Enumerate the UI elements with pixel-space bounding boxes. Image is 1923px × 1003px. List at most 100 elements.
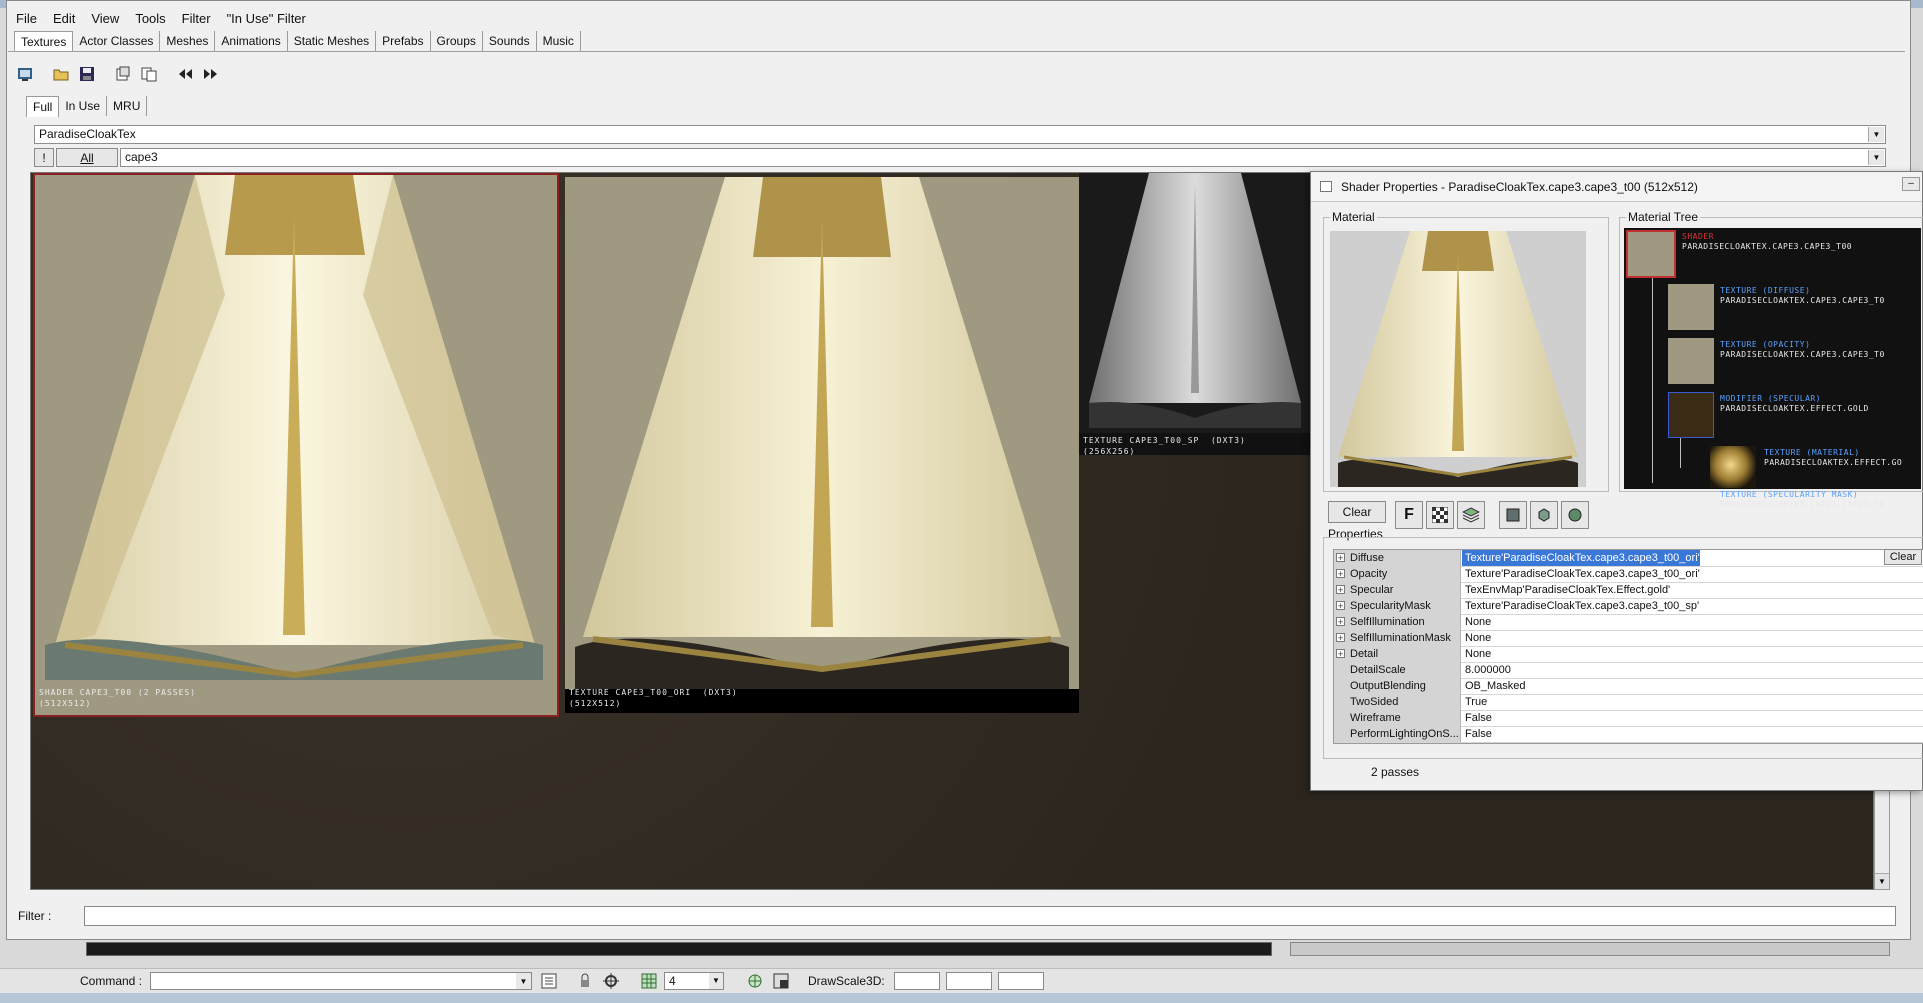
property-row[interactable]: DetailScale 8.000000 [1334,662,1923,679]
checker-icon[interactable] [1426,501,1454,529]
clear-material-button[interactable]: Clear [1328,501,1386,523]
tab-prefabs[interactable]: Prefabs [376,31,431,51]
tree-thumb-gold[interactable] [1710,446,1756,488]
tab-in-use[interactable]: In Use [59,96,108,116]
expand-icon[interactable]: + [1336,617,1345,627]
property-row[interactable]: + Detail None [1334,646,1923,663]
log-icon[interactable] [540,972,558,990]
tree-thumb-opacity[interactable] [1668,338,1714,384]
expand-icon[interactable]: + [1336,553,1345,563]
fast-forward-icon[interactable] [200,63,222,85]
property-value[interactable]: None [1462,630,1491,646]
texture-browser-icon[interactable] [14,63,36,85]
property-value[interactable]: OB_Masked [1462,678,1526,694]
tab-meshes[interactable]: Meshes [160,31,216,51]
property-row[interactable]: + SelfIllumination None [1334,614,1923,631]
shader-titlebar[interactable]: Shader Properties - ParadiseCloakTex.cap… [1311,172,1922,202]
tab-mru[interactable]: MRU [107,96,148,116]
tree-node-shader[interactable]: SHADER PARADISECLOAKTEX.CAPE3.CAPE3_T00 [1682,232,1852,252]
layers-icon[interactable] [1457,501,1485,529]
drawscale-x-input[interactable] [894,972,940,990]
texture-tile-shader[interactable]: SHADER CAPE3_T00 (2 PASSES) (512X512) [33,173,559,717]
property-value[interactable]: Texture'ParadiseCloakTex.cape3.cape3_t00… [1462,566,1700,582]
chevron-down-icon[interactable]: ▼ [1868,150,1884,165]
command-input[interactable]: ▼ [150,972,532,990]
tab-animations[interactable]: Animations [215,31,288,51]
property-value[interactable]: False [1462,710,1492,726]
tab-textures[interactable]: Textures [14,31,74,52]
texture-tile-specular[interactable]: TEXTURE CAPE3_T00_SP (DXT3) (256X256) [1079,173,1311,455]
property-row[interactable]: + Specular TexEnvMap'ParadiseCloakTex.Effe… [1334,582,1923,599]
group-combo[interactable]: cape3 ▼ [120,148,1886,167]
property-row[interactable]: PerformLightingOnS... False [1334,726,1923,743]
import-icon[interactable] [112,63,134,85]
open-icon[interactable] [50,63,72,85]
copy-icon[interactable] [138,63,160,85]
scale-snap-icon[interactable] [772,972,790,990]
property-value[interactable]: 8.000000 [1462,662,1511,678]
drawscale-z-input[interactable] [998,972,1044,990]
package-combo[interactable]: ParadiseCloakTex ▼ [34,125,1886,144]
rewind-icon[interactable] [174,63,196,85]
grid-size-select[interactable]: 4 ▼ [664,972,724,990]
property-row[interactable]: TwoSided True [1334,694,1923,711]
tab-full[interactable]: Full [26,96,60,117]
expand-icon[interactable]: + [1336,633,1345,643]
tree-thumb-diffuse[interactable] [1668,284,1714,330]
property-row[interactable]: Wireframe False [1334,710,1923,727]
save-icon[interactable] [76,63,98,85]
expand-icon[interactable]: + [1336,601,1345,611]
all-button[interactable]: All [56,148,118,167]
property-row[interactable]: + Opacity Texture'ParadiseCloakTex.cape3.c… [1334,566,1923,583]
menu-edit[interactable]: Edit [45,11,83,26]
snap-icon[interactable] [602,972,620,990]
tree-thumb-modifier[interactable] [1668,392,1714,438]
tree-node-specularity-mask[interactable]: TEXTURE (SPECULARITY MASK) PARADISECLOAK… [1720,490,1885,510]
property-value[interactable]: None [1462,646,1491,662]
property-value[interactable]: True [1462,694,1487,710]
plane-preview-icon[interactable] [1499,501,1527,529]
property-row[interactable]: + Diffuse Texture'ParadiseCloakTex.cape3.c… [1334,550,1923,567]
property-row[interactable]: + SelfIlluminationMask None [1334,630,1923,647]
menu-file[interactable]: File [8,11,45,26]
texture-tile-diffuse[interactable]: TEXTURE CAPE3_T00_ORI (DXT3) (512X512) [565,177,1079,713]
menu-filter[interactable]: Filter [174,11,219,26]
tree-node-opacity[interactable]: TEXTURE (OPACITY) PARADISECLOAKTEX.CAPE3… [1720,340,1885,360]
tree-node-material[interactable]: TEXTURE (MATERIAL) PARADISECLOAKTEX.EFFE… [1764,448,1902,468]
lock-icon[interactable] [576,972,594,990]
cylinder-preview-icon[interactable] [1530,501,1558,529]
expand-icon[interactable]: + [1336,569,1345,579]
chevron-down-icon[interactable]: ▼ [516,973,531,989]
drawscale-y-input[interactable] [946,972,992,990]
minimize-icon[interactable]: – [1902,177,1920,191]
property-clear-button[interactable]: Clear [1884,549,1922,565]
property-value[interactable]: False [1462,726,1492,742]
property-value[interactable]: Texture'ParadiseCloakTex.cape3.cape3_t00… [1462,598,1699,614]
tab-static-meshes[interactable]: Static Meshes [288,31,377,51]
property-value[interactable]: Texture'ParadiseCloakTex.cape3.cape3_t00… [1462,550,1700,566]
tree-thumb-shader[interactable] [1626,230,1676,278]
filter-input[interactable] [84,906,1896,926]
menu-tools[interactable]: Tools [127,11,173,26]
exclusive-button[interactable]: ! [34,148,54,167]
property-value[interactable]: TexEnvMap'ParadiseCloakTex.Effect.gold' [1462,582,1670,598]
tab-music[interactable]: Music [537,31,581,51]
sphere-preview-icon[interactable] [1561,501,1589,529]
chevron-down-icon[interactable]: ▼ [709,973,723,989]
property-value[interactable]: None [1462,614,1491,630]
tree-node-diffuse[interactable]: TEXTURE (DIFFUSE) PARADISECLOAKTEX.CAPE3… [1720,286,1885,306]
rotation-snap-icon[interactable] [746,972,764,990]
expand-icon[interactable]: + [1336,649,1345,659]
tab-sounds[interactable]: Sounds [483,31,537,51]
tree-node-modifier[interactable]: MODIFIER (SPECULAR) PARADISECLOAKTEX.EFF… [1720,394,1869,414]
chevron-down-icon[interactable]: ▼ [1868,127,1884,142]
fallback-icon[interactable]: F [1395,501,1423,529]
property-row[interactable]: + SpecularityMask Texture'ParadiseCloakTex… [1334,598,1923,615]
properties-grid[interactable]: + Diffuse Texture'ParadiseCloakTex.cape3.c… [1333,549,1923,744]
tab-groups[interactable]: Groups [431,31,483,51]
property-row[interactable]: OutputBlending OB_Masked [1334,678,1923,695]
expand-icon[interactable]: + [1336,585,1345,595]
material-tree[interactable]: SHADER PARADISECLOAKTEX.CAPE3.CAPE3_T00 … [1624,228,1921,509]
tab-actor-classes[interactable]: Actor Classes [73,31,161,51]
grid-icon[interactable] [640,972,658,990]
